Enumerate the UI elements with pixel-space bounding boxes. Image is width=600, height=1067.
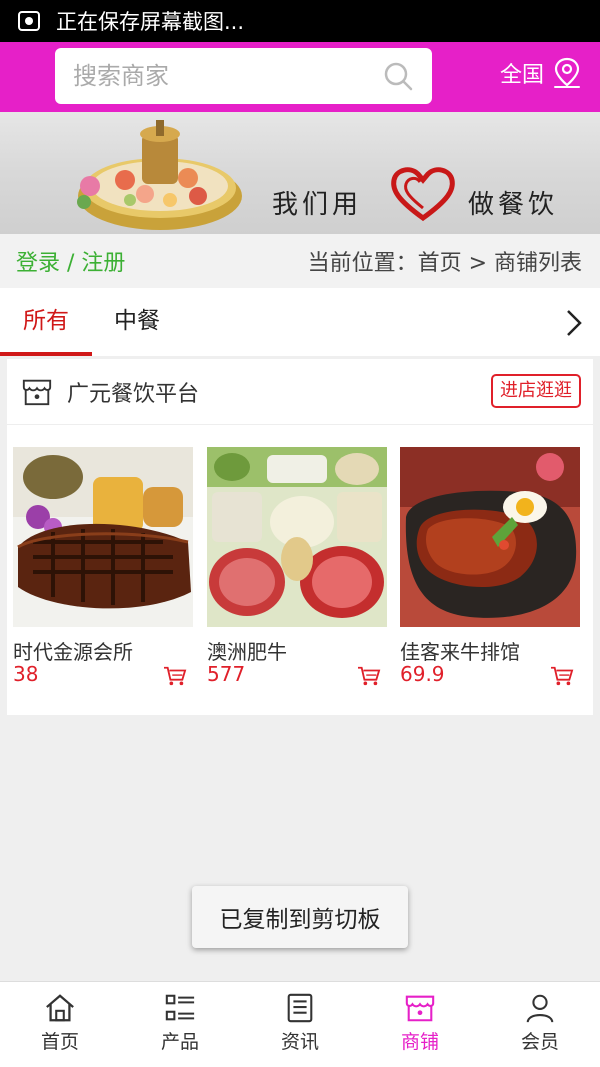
product-image-beef: [207, 447, 387, 627]
status-notification: 正在保存屏幕截图...: [56, 10, 245, 34]
banner-slogan-left: 我们用: [272, 190, 363, 220]
location-pin-icon: [554, 57, 580, 88]
login-register-link[interactable]: 登录 / 注册: [16, 245, 125, 277]
promo-banner[interactable]: 我们用 做餐饮: [0, 112, 600, 234]
home-icon: [46, 994, 74, 1022]
cart-icon[interactable]: [163, 665, 187, 687]
product-card[interactable]: 佳客来牛排馆 69.9: [400, 447, 580, 686]
bottom-nav: 首页 产品 资讯 商铺 会员: [0, 981, 600, 1067]
shop-header[interactable]: 广元餐饮平台 进店逛逛: [7, 359, 593, 425]
shop-name: 广元餐饮平台: [67, 381, 200, 407]
shop-card: 广元餐饮平台 进店逛逛 时代金源会所 38 澳洲肥牛 577 佳客来牛排馆 69…: [7, 359, 593, 715]
region-selector[interactable]: 全国: [500, 56, 582, 90]
category-tabs: 所有 中餐: [0, 288, 600, 356]
search-box[interactable]: [55, 48, 432, 104]
visit-shop-button[interactable]: 进店逛逛: [491, 374, 581, 408]
product-card[interactable]: 时代金源会所 38: [13, 447, 193, 686]
region-label: 全国: [499, 63, 544, 88]
product-name: 佳客来牛排馆: [400, 640, 520, 664]
nav-item-products[interactable]: 产品: [120, 982, 240, 1067]
status-bar: 正在保存屏幕截图...: [0, 0, 600, 42]
product-image-steak-plate: [400, 447, 580, 627]
nav-item-member[interactable]: 会员: [480, 982, 600, 1067]
hotpot-image: [77, 120, 242, 230]
top-bar: 全国: [0, 42, 600, 112]
store-icon: [405, 995, 435, 1022]
tab-chinese[interactable]: 中餐: [92, 288, 182, 356]
product-name: 时代金源会所: [13, 640, 133, 664]
nav-label: 产品: [160, 1031, 199, 1053]
breadcrumb: 当前位置：首页 > 商铺列表: [307, 251, 582, 276]
nav-label: 资讯: [280, 1031, 319, 1053]
nav-label: 会员: [520, 1031, 559, 1053]
cart-icon[interactable]: [357, 665, 381, 687]
screenshot-icon: [18, 11, 40, 31]
toast-message: 已复制到剪切板: [192, 886, 408, 948]
store-icon: [22, 379, 52, 405]
nav-item-news[interactable]: 资讯: [240, 982, 360, 1067]
chevron-right-icon[interactable]: [564, 308, 584, 338]
search-input[interactable]: [73, 62, 363, 90]
breadcrumb-bar: 登录 / 注册 当前位置：首页 > 商铺列表: [0, 234, 600, 288]
product-card[interactable]: 澳洲肥牛 577: [207, 447, 387, 686]
heart-icon: [391, 167, 455, 222]
search-icon[interactable]: [382, 60, 414, 92]
user-icon: [526, 994, 554, 1023]
news-icon: [287, 993, 313, 1023]
tab-all[interactable]: 所有: [0, 288, 92, 356]
banner-slogan-right: 做餐饮: [468, 190, 559, 220]
list-icon: [165, 994, 195, 1021]
cart-icon[interactable]: [550, 665, 574, 687]
nav-label: 首页: [40, 1031, 79, 1053]
nav-item-home[interactable]: 首页: [0, 982, 120, 1067]
nav-item-stores[interactable]: 商铺: [360, 982, 480, 1067]
nav-label: 商铺: [400, 1031, 439, 1053]
product-name: 澳洲肥牛: [207, 640, 287, 664]
product-image-steak: [13, 447, 193, 627]
